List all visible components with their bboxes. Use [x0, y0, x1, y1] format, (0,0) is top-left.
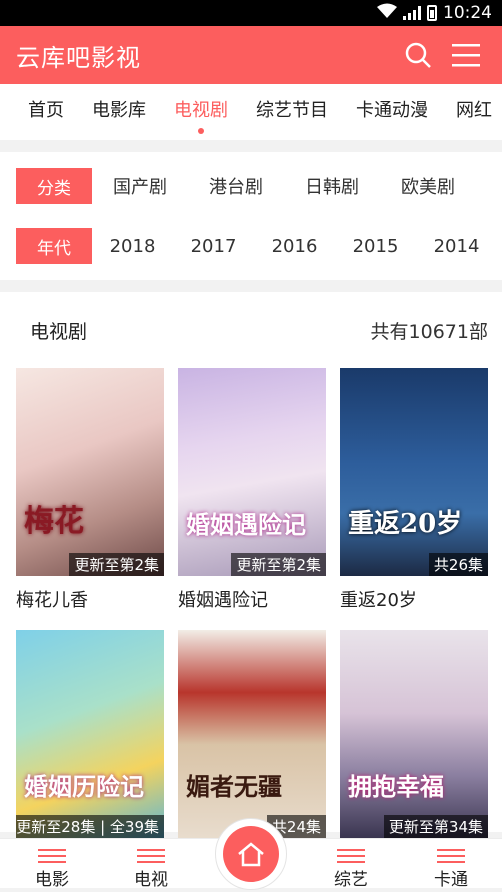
status-time: 10:24 [443, 3, 492, 23]
filter-option-jp-kr[interactable]: 日韩剧 [284, 173, 380, 199]
year-filter-row: 年代 2018 2017 2016 2015 2014 [0, 216, 502, 276]
app-bar: 云库吧影视 [0, 26, 502, 84]
show-poster[interactable]: 梅花 更新至第2集 [16, 368, 164, 576]
signal-icon [403, 6, 421, 20]
show-title: 婚姻遇险记 [178, 590, 268, 611]
poster-title-art: 重返20岁 [348, 509, 463, 539]
tab-tv[interactable]: 电视剧 [160, 84, 242, 140]
menu-icon [38, 849, 66, 863]
tab-cartoon[interactable]: 卡通动漫 [342, 84, 442, 140]
nav-tv[interactable]: 电视 [121, 849, 181, 890]
home-button[interactable] [215, 818, 287, 890]
show-card[interactable]: 重返20岁 共26集 重返20岁 [340, 368, 488, 630]
show-title: 重返20岁 [340, 590, 417, 611]
nav-variety-label: 综艺 [334, 870, 368, 890]
show-poster[interactable]: 婚姻遇险记 更新至第2集 [178, 368, 326, 576]
status-bar: 10:24 [0, 0, 502, 26]
home-icon [223, 826, 279, 882]
result-count: 共有10671部 [370, 320, 488, 343]
poster-title-art: 婚姻历险记 [24, 772, 144, 801]
menu-icon [437, 849, 465, 863]
wifi-icon [377, 3, 397, 24]
nav-movies-label: 电影 [35, 870, 69, 890]
section-header: 电视剧 共有10671部 [0, 292, 502, 368]
tv-listing: 电视剧 共有10671部 梅花 更新至第2集 梅花儿香 婚姻遇险记 更新至第2集… [0, 292, 502, 838]
year-filter-label: 年代 [16, 228, 92, 264]
filter-option-mainland[interactable]: 国产剧 [92, 173, 188, 199]
episode-badge: 更新至第2集 [69, 553, 164, 576]
tab-movies[interactable]: 电影库 [78, 84, 160, 140]
nav-tv-label: 电视 [134, 870, 168, 890]
year-option-2016[interactable]: 2016 [254, 236, 335, 257]
show-title: 梅花儿香 [16, 590, 88, 611]
filter-option-western[interactable]: 欧美剧 [380, 173, 476, 199]
show-poster[interactable]: 媚者无疆 共24集 [178, 630, 326, 838]
show-poster[interactable]: 重返20岁 共26集 [340, 368, 488, 576]
show-poster[interactable]: 婚姻历险记 更新至28集 | 全39集 [16, 630, 164, 838]
year-option-2018[interactable]: 2018 [92, 236, 173, 257]
tab-influencer[interactable]: 网红 [442, 84, 502, 140]
poster-title-art: 梅花 [24, 504, 84, 539]
show-poster[interactable]: 拥抱幸福 更新至第34集 [340, 630, 488, 838]
tab-home[interactable]: 首页 [0, 84, 78, 140]
show-card[interactable]: 婚姻遇险记 更新至第2集 婚姻遇险记 [178, 368, 326, 630]
episode-badge: 更新至第2集 [231, 553, 326, 576]
episode-badge: 共26集 [428, 553, 488, 576]
menu-icon [337, 849, 365, 863]
poster-title-art: 媚者无疆 [186, 772, 282, 801]
search-icon[interactable] [398, 35, 438, 75]
nav-cartoon[interactable]: 卡通 [421, 849, 481, 890]
poster-grid: 梅花 更新至第2集 梅花儿香 婚姻遇险记 更新至第2集 婚姻遇险记 重返20岁 … [0, 368, 502, 892]
tab-variety[interactable]: 综艺节目 [242, 84, 342, 140]
category-tabs: 首页 电影库 电视剧 综艺节目 卡通动漫 网红 [0, 84, 502, 140]
poster-title-art: 婚姻遇险记 [186, 510, 306, 539]
poster-title-art: 拥抱幸福 [348, 772, 444, 801]
filter-option-hk-tw[interactable]: 港台剧 [188, 173, 284, 199]
year-option-2014[interactable]: 2014 [416, 236, 497, 257]
menu-icon[interactable] [446, 35, 486, 75]
nav-cartoon-label: 卡通 [434, 870, 468, 890]
nav-movies[interactable]: 电影 [22, 849, 82, 890]
app-title: 云库吧影视 [16, 43, 141, 72]
category-filter-label: 分类 [16, 168, 92, 204]
episode-badge: 更新至第34集 [383, 815, 488, 838]
year-option-2017[interactable]: 2017 [173, 236, 254, 257]
battery-icon [427, 5, 437, 21]
year-option-2015[interactable]: 2015 [335, 236, 416, 257]
section-title: 电视剧 [30, 320, 88, 343]
menu-icon [137, 849, 165, 863]
show-card[interactable]: 梅花 更新至第2集 梅花儿香 [16, 368, 164, 630]
filter-panel: 分类 国产剧 港台剧 日韩剧 欧美剧 年代 2018 2017 2016 201… [0, 152, 502, 280]
category-filter-row: 分类 国产剧 港台剧 日韩剧 欧美剧 [0, 156, 502, 216]
nav-variety[interactable]: 综艺 [321, 849, 381, 890]
episode-badge: 更新至28集 | 全39集 [16, 815, 164, 838]
